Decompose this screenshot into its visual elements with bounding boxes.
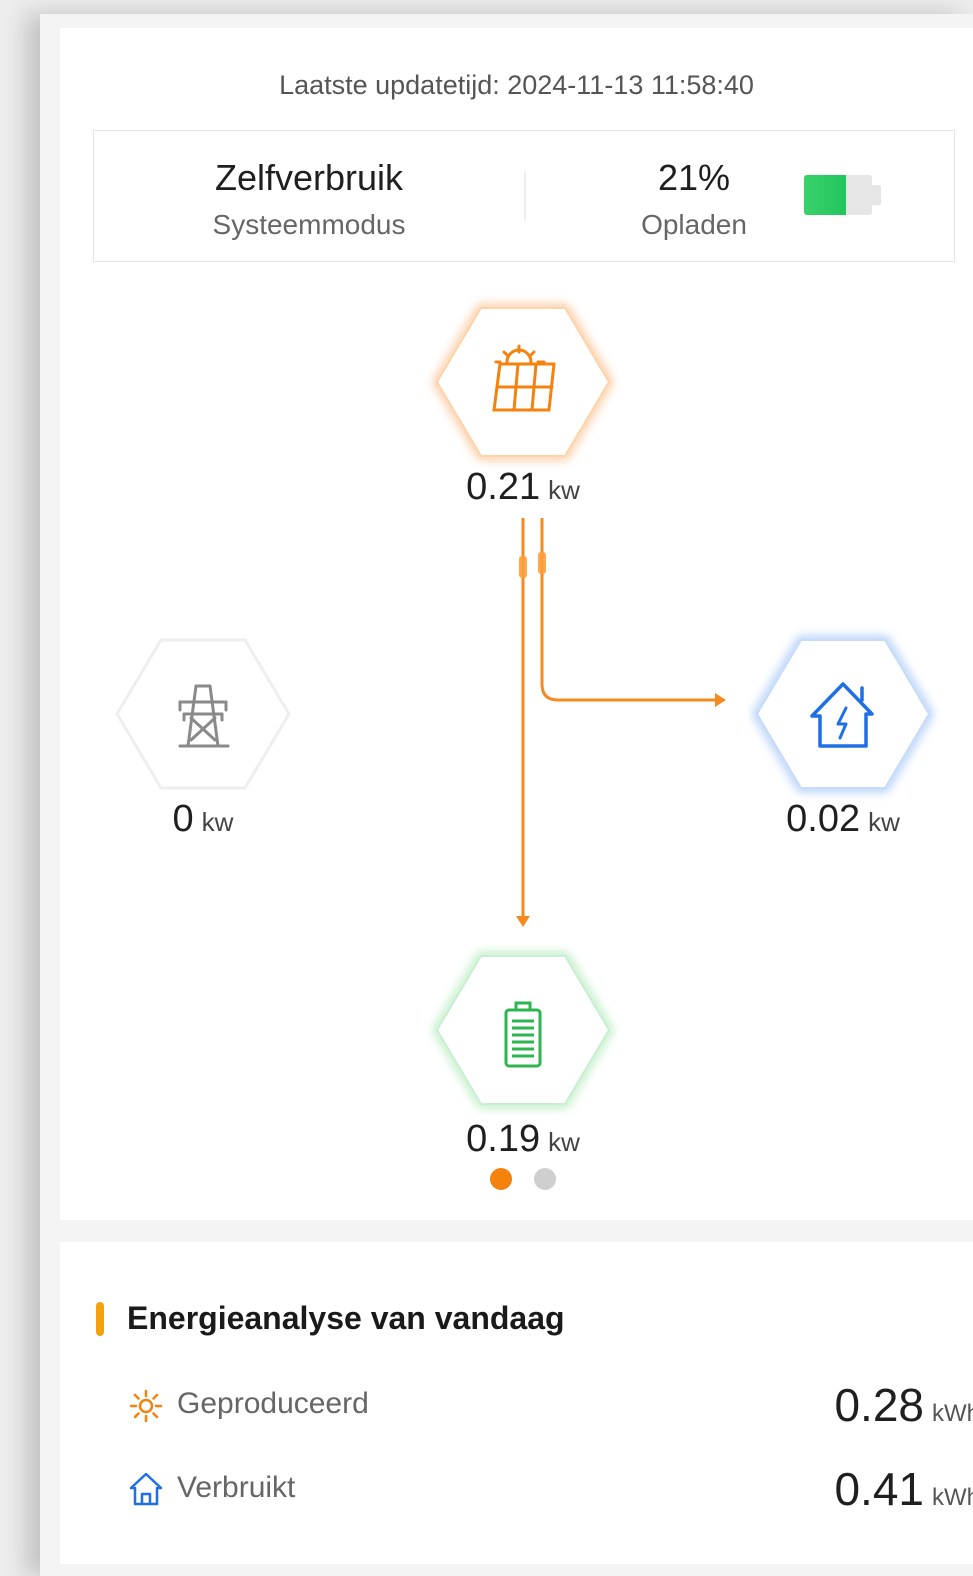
house-icon (129, 1472, 163, 1506)
energy-flow-card: Laatste updatetijd: 2024-11-13 11:58:40 … (60, 28, 973, 1220)
produced-value: 0.28 (834, 1379, 924, 1431)
battery-power-unit: kw (548, 1127, 580, 1157)
energy-analysis-card: Energieanalyse van vandaag Geproduceerd … (60, 1242, 973, 1564)
grid-power-unit: kw (201, 807, 234, 837)
produced-label: Geproduceerd (177, 1387, 369, 1420)
energy-flow-diagram (115, 305, 933, 1107)
grid-power-value: 0 (172, 798, 194, 840)
flow-arrow-home (715, 693, 726, 707)
solar-power-value: 0.21 (466, 466, 541, 508)
flow-pulse-right (538, 552, 546, 574)
solar-power-readout: 0.21 kw (403, 466, 643, 509)
grid-node[interactable] (115, 638, 291, 790)
section-accent-bar (96, 1302, 104, 1336)
consumed-label: Verbruikt (177, 1471, 296, 1504)
flow-line-solar-to-home (540, 518, 720, 702)
battery-power-value: 0.19 (466, 1118, 541, 1160)
home-power-unit: kw (868, 807, 900, 837)
pager-dot-1[interactable] (490, 1168, 512, 1190)
produced-readout: 0.28 kWh (834, 1378, 973, 1432)
home-power-readout: 0.02 kw (723, 798, 963, 841)
battery-node[interactable] (433, 953, 613, 1107)
app-screen: Laatste updatetijd: 2024-11-13 11:58:40 … (40, 14, 973, 1576)
consumed-readout: 0.41 kWh (834, 1462, 973, 1516)
section-title: Energieanalyse van vandaag (127, 1300, 565, 1336)
home-power-value: 0.02 (786, 798, 861, 840)
flow-pulse-left (519, 556, 527, 578)
battery-power-readout: 0.19 kw (403, 1118, 643, 1161)
solar-power-unit: kw (548, 475, 580, 505)
pager-dot-2[interactable] (534, 1168, 556, 1190)
home-node[interactable] (753, 637, 933, 791)
consumed-unit: kWh (932, 1484, 973, 1511)
consumed-value: 0.41 (834, 1463, 924, 1515)
solar-node[interactable] (433, 305, 613, 459)
flow-lines (516, 518, 726, 927)
sun-icon (129, 1389, 163, 1423)
produced-unit: kWh (932, 1400, 973, 1427)
grid-power-readout: 0 kw (83, 798, 323, 841)
flow-arrow-battery (516, 916, 530, 927)
